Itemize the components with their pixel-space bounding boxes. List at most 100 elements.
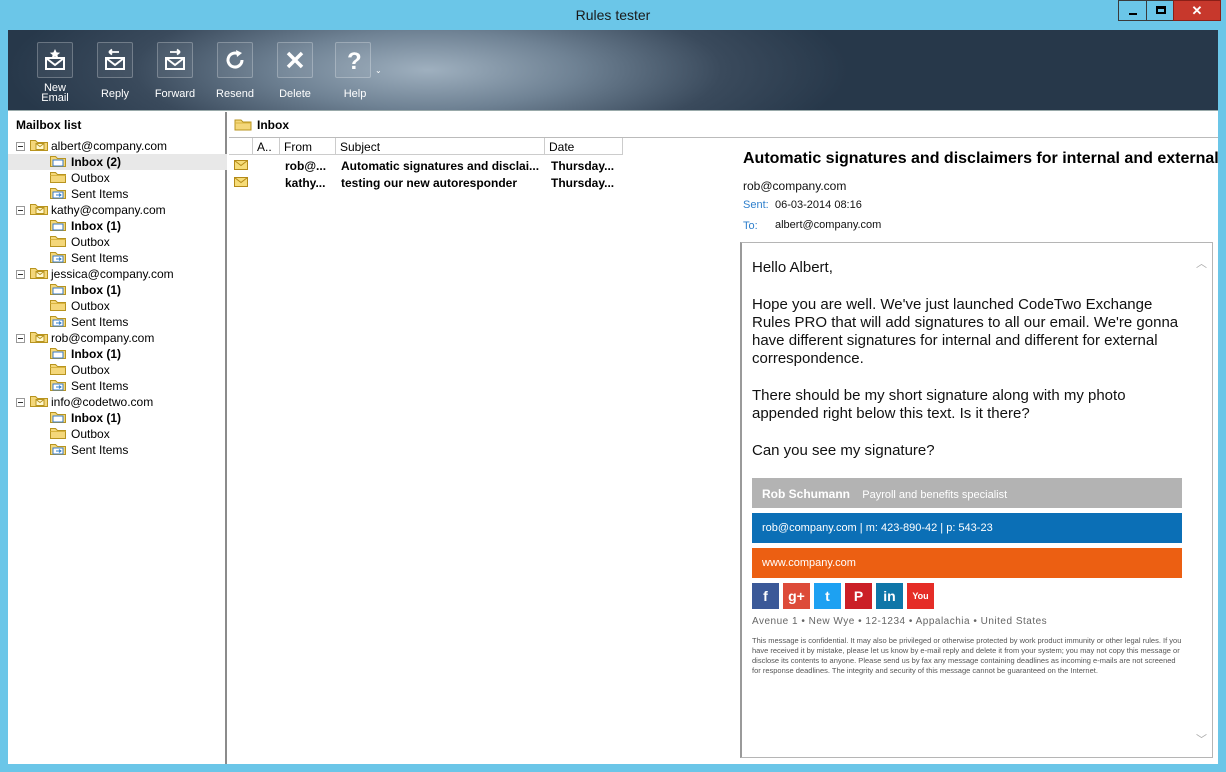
folder-inbox[interactable]: Inbox (1) [8, 282, 227, 298]
folder-pane: Inbox A.. From Subject Date rob@... Auto… [229, 112, 1218, 764]
maximize-button[interactable] [1146, 0, 1174, 21]
minimize-button[interactable] [1118, 0, 1147, 21]
signature-address: Avenue 1 • New Wye • 12-1234 • Appalachi… [752, 616, 1048, 627]
folder-inbox[interactable]: Inbox (1) [8, 218, 227, 234]
inbox-icon [50, 410, 66, 424]
reading-pane: Automatic signatures and disclaimers for… [734, 138, 1218, 764]
linkedin-icon[interactable]: in [876, 583, 903, 609]
folder-outbox[interactable]: Outbox [8, 170, 227, 186]
folder-sent-items[interactable]: Sent Items [8, 186, 227, 202]
pinterest-icon[interactable]: P [845, 583, 872, 609]
delete-button[interactable]: Delete [265, 42, 325, 106]
new-email-icon [37, 42, 73, 78]
mailbox-tree: albert@company.com Inbox (2) Outbox Sent It… [8, 138, 227, 458]
envelope-icon [234, 177, 248, 187]
folder-inbox-label: Inbox (1) [71, 283, 121, 297]
reply-button[interactable]: Reply [85, 42, 145, 106]
column-subject[interactable]: Subject [336, 138, 545, 155]
inbox-icon [50, 346, 66, 360]
folder-inbox[interactable]: Inbox (1) [8, 346, 227, 362]
help-icon: ? [335, 42, 371, 78]
mailbox-account[interactable]: kathy@company.com [8, 202, 227, 218]
body-greeting: Hello Albert, [752, 259, 833, 276]
collapse-toggle-icon[interactable] [16, 270, 25, 279]
folder-inbox-label: Inbox (2) [71, 155, 121, 169]
folder-outbox[interactable]: Outbox [8, 426, 227, 442]
collapse-toggle-icon[interactable] [16, 398, 25, 407]
message-sender: rob@company.com [743, 179, 847, 193]
youtube-icon[interactable]: You [907, 583, 934, 609]
envelope-icon [234, 160, 248, 170]
column-date[interactable]: Date [545, 138, 623, 155]
signature-name-bar: Rob Schumann Payroll and benefits specia… [752, 478, 1182, 508]
sent-items-icon [50, 186, 66, 200]
close-button[interactable]: ✕ [1173, 0, 1221, 21]
column-icon[interactable] [229, 138, 253, 155]
folder-inbox[interactable]: Inbox (1) [8, 410, 227, 426]
message-subject: testing our new autoresponder [341, 176, 518, 190]
outbox-icon [50, 426, 66, 440]
new-email-button[interactable]: New Email [25, 42, 85, 106]
resend-label: Resend [216, 88, 254, 100]
folder-outbox[interactable]: Outbox [8, 362, 227, 378]
body-paragraph: Hope you are well. We've just launched C… [752, 296, 1179, 367]
body-paragraph: Can you see my signature? [752, 442, 935, 459]
folder-sent-items[interactable]: Sent Items [8, 250, 227, 266]
mailbox-email: albert@company.com [51, 139, 168, 153]
twitter-icon[interactable]: t [814, 583, 841, 609]
folder-outbox[interactable]: Outbox [8, 298, 227, 314]
folder-sent-items[interactable]: Sent Items [8, 314, 227, 330]
mailbox-account[interactable]: info@codetwo.com [8, 394, 227, 410]
folder-icon [234, 119, 252, 131]
mailbox-email: info@codetwo.com [51, 395, 154, 409]
folder-sent-items[interactable]: Sent Items [8, 442, 227, 458]
facebook-icon[interactable]: f [752, 583, 779, 609]
scroll-down-icon[interactable]: ﹀ [1196, 731, 1207, 747]
folder-outbox-label: Outbox [71, 171, 110, 185]
mailbox-email: rob@company.com [51, 331, 155, 345]
mailbox-email: kathy@company.com [51, 203, 166, 217]
mailbox-account[interactable]: rob@company.com [8, 330, 227, 346]
vertical-scrollbar[interactable]: ︿ ﹀ [1192, 243, 1212, 757]
mailbox-account[interactable]: jessica@company.com [8, 266, 227, 282]
message-from: kathy... [285, 176, 326, 190]
mailbox-icon [30, 394, 48, 408]
outbox-icon [50, 362, 66, 376]
message-row[interactable]: rob@... Automatic signatures and disclai… [229, 157, 724, 174]
help-button[interactable]: ? ⌄ Help [325, 42, 385, 106]
collapse-toggle-icon[interactable] [16, 334, 25, 343]
folder-inbox[interactable]: Inbox (2) [8, 154, 227, 170]
message-from: rob@... [285, 159, 327, 173]
folder-title: Inbox [257, 118, 289, 132]
forward-button[interactable]: Forward [145, 42, 205, 106]
google-plus-icon[interactable]: g+ [783, 583, 810, 609]
collapse-toggle-icon[interactable] [16, 142, 25, 151]
collapse-toggle-icon[interactable] [16, 206, 25, 215]
column-from[interactable]: From [280, 138, 336, 155]
inbox-icon [50, 282, 66, 296]
to-label: To: [743, 220, 758, 232]
message-row[interactable]: kathy... testing our new autoresponder T… [229, 174, 724, 191]
chevron-down-icon[interactable]: ⌄ [375, 66, 382, 75]
inbox-icon [50, 154, 66, 168]
mailbox-list-pane: Mailbox list albert@company.com Inbox (2)… [8, 112, 227, 764]
folder-header: Inbox [229, 112, 1218, 138]
folder-inbox-label: Inbox (1) [71, 219, 121, 233]
signature-website-bar[interactable]: www.company.com [752, 548, 1182, 578]
minimize-icon [1129, 13, 1137, 15]
close-icon: ✕ [1191, 3, 1203, 18]
mailbox-icon [30, 138, 48, 152]
signature-contact: rob@company.com | m: 423-890-42 | p: 543… [762, 522, 993, 534]
delete-icon [277, 42, 313, 78]
folder-outbox-label: Outbox [71, 235, 110, 249]
folder-outbox[interactable]: Outbox [8, 234, 227, 250]
folder-sent-items-label: Sent Items [71, 187, 129, 201]
folder-sent-items[interactable]: Sent Items [8, 378, 227, 394]
column-attach[interactable]: A.. [253, 138, 280, 155]
message-body[interactable]: Hello Albert, Hope you are well. We've j… [740, 242, 1213, 758]
resend-button[interactable]: Resend [205, 42, 265, 106]
signature-website[interactable]: www.company.com [762, 557, 856, 569]
scroll-up-icon[interactable]: ︿ [1196, 255, 1207, 271]
inbox-icon [50, 218, 66, 232]
mailbox-account[interactable]: albert@company.com [8, 138, 227, 154]
